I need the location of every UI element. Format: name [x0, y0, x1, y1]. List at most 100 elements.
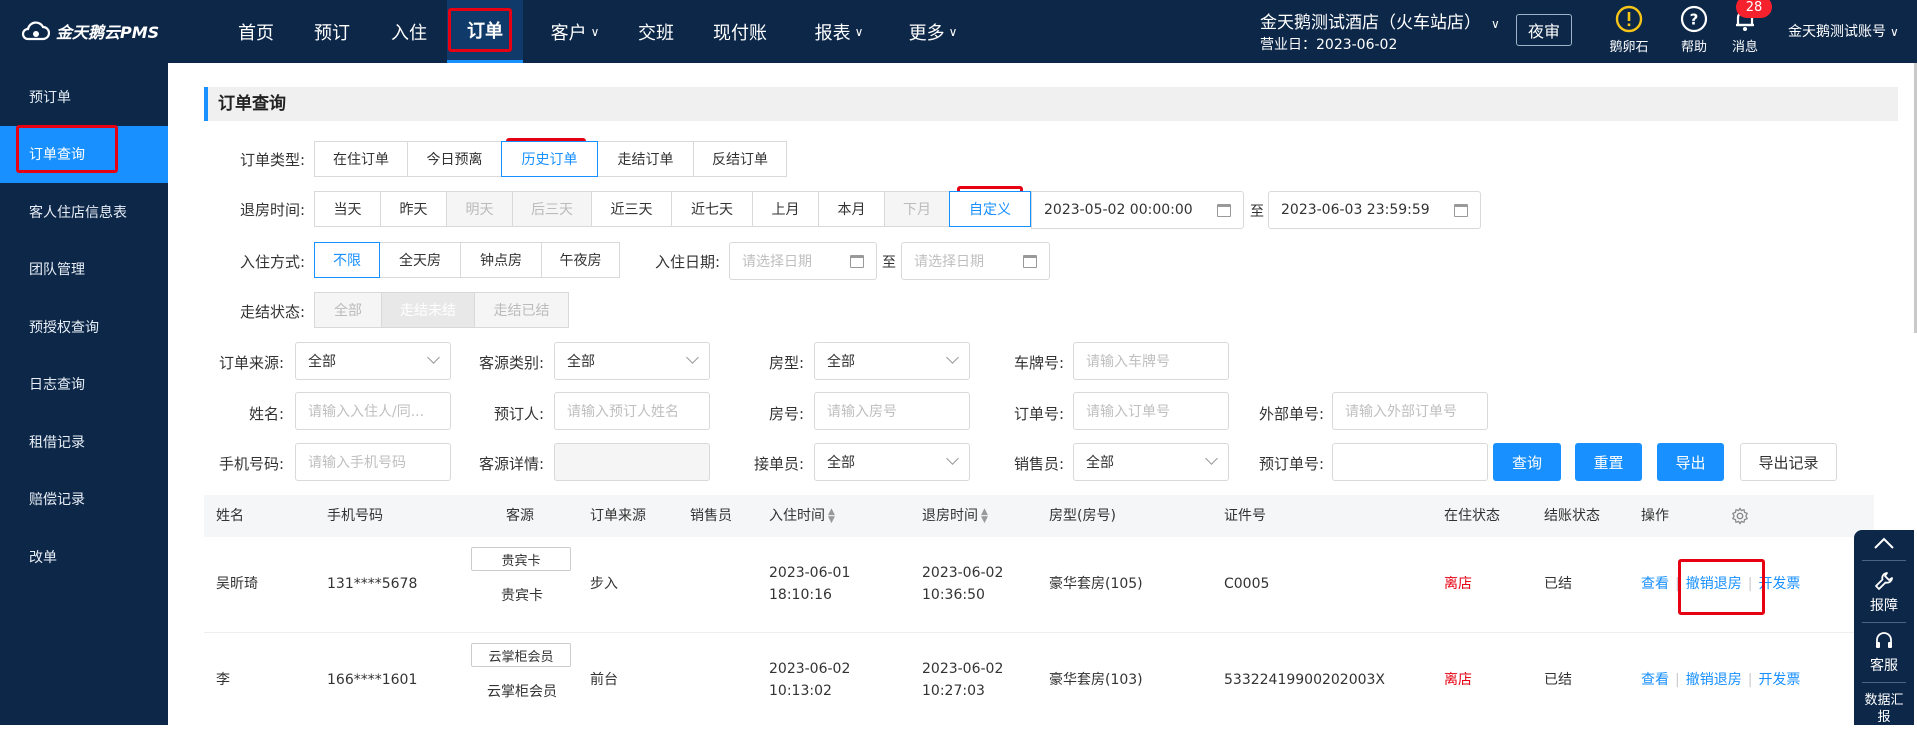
- nav-home[interactable]: 首页: [222, 0, 290, 63]
- salesperson-select[interactable]: 全部: [1073, 443, 1229, 481]
- invoice-link[interactable]: 开发票: [1758, 672, 1800, 688]
- nav-shift[interactable]: 交班: [626, 0, 686, 63]
- cell-id-no: 53322419900202003X: [1224, 672, 1386, 688]
- nav-checkin[interactable]: 入住: [375, 0, 443, 63]
- calendar-icon: [1217, 204, 1231, 217]
- order-type-settled-out[interactable]: 走结订单: [597, 141, 694, 177]
- sidebar-item-log-query[interactable]: 日志查询: [0, 356, 168, 414]
- night-audit-button[interactable]: 夜审: [1516, 14, 1572, 46]
- cell-checkin-time: 10:13:02: [769, 683, 832, 699]
- app-logo[interactable]: 金天鹅云PMS: [20, 18, 159, 44]
- checkout-end-datetime[interactable]: 2023-06-03 23:59:59: [1268, 191, 1481, 229]
- checkout-today[interactable]: 当天: [314, 191, 381, 227]
- booking-no-input[interactable]: [1332, 443, 1488, 481]
- nav-cash-account[interactable]: 现付账: [705, 0, 775, 63]
- order-type-due-out-today[interactable]: 今日预离: [407, 141, 502, 177]
- order-type-history[interactable]: 历史订单: [501, 141, 598, 177]
- chevron-down-icon: ∨: [948, 24, 958, 39]
- cell-order-source: 前台: [590, 672, 618, 688]
- settle-status-all: 全部: [314, 292, 382, 328]
- cell-source: 贵宾卡: [501, 588, 543, 604]
- sidebar-item-modify-order[interactable]: 改单: [0, 528, 168, 586]
- account-menu[interactable]: 金天鹅测试账号 ∨: [1788, 21, 1899, 41]
- checkin-method-label: 入住方式:: [239, 253, 305, 271]
- calendar-icon: [1454, 204, 1468, 217]
- booker-input[interactable]: 请输入预订人姓名: [554, 392, 710, 430]
- order-no-input[interactable]: 请输入订单号: [1073, 392, 1229, 430]
- customer-service-button[interactable]: 客服: [1854, 630, 1914, 675]
- plate-input[interactable]: 请输入车牌号: [1073, 342, 1229, 380]
- order-type-reverse-settled[interactable]: 反结订单: [693, 141, 787, 177]
- checkout-last-three-days[interactable]: 近三天: [591, 191, 672, 227]
- table-header: 姓名 手机号码 客源 订单来源 销售员 入住时间 ▲ ▼ 退房时间 ▲ ▼ 房型(房号)…: [204, 495, 1874, 537]
- export-button[interactable]: 导出: [1657, 443, 1724, 481]
- col-order-source: 订单来源: [590, 508, 646, 524]
- checkin-method-midnight[interactable]: 午夜房: [541, 242, 620, 278]
- nav-customers[interactable]: 客户 ∨: [535, 0, 615, 63]
- hotel-selector[interactable]: 金天鹅测试酒店（火车站店） ∨: [1260, 8, 1500, 33]
- view-link[interactable]: 查看: [1641, 576, 1669, 592]
- checkout-last-seven-days[interactable]: 近七天: [671, 191, 753, 227]
- guest-category-label: 客源类别:: [478, 354, 544, 372]
- checkin-method-any[interactable]: 不限: [314, 242, 380, 278]
- nav-reports[interactable]: 报表 ∨: [799, 0, 879, 63]
- nav-booking[interactable]: 预订: [298, 0, 366, 63]
- sidebar-item-compensation-records[interactable]: 赔偿记录: [0, 471, 168, 529]
- sidebar-item-preauth-query[interactable]: 预授权查询: [0, 298, 168, 356]
- room-no-label: 房号:: [768, 405, 804, 423]
- cell-operations: 查看 | 撤销退房 | 开发票: [1641, 576, 1801, 592]
- col-operations: 操作: [1641, 508, 1669, 524]
- col-checkout-time[interactable]: 退房时间 ▲ ▼: [922, 495, 988, 537]
- nav-orders[interactable]: 订单: [447, 0, 523, 63]
- checkout-last-month[interactable]: 上月: [752, 191, 819, 227]
- search-button[interactable]: 查询: [1493, 443, 1561, 481]
- sidebar-item-booking-orders[interactable]: 预订单: [0, 68, 168, 126]
- checkout-start-datetime[interactable]: 2023-05-02 00:00:00: [1031, 191, 1244, 229]
- checkout-yesterday[interactable]: 昨天: [380, 191, 447, 227]
- checkout-this-month[interactable]: 本月: [818, 191, 885, 227]
- phone-label: 手机号码:: [218, 455, 284, 473]
- invoice-link[interactable]: 开发票: [1758, 576, 1800, 592]
- order-source-select[interactable]: 全部: [295, 342, 451, 380]
- checkin-date-end[interactable]: 请选择日期: [901, 242, 1050, 280]
- room-no-input[interactable]: 请输入房号: [814, 392, 970, 430]
- phone-input[interactable]: 请输入手机号码: [295, 443, 451, 481]
- col-settle-status: 结账状态: [1544, 508, 1600, 524]
- chevron-down-icon: [1205, 452, 1218, 465]
- checkout-next-month: 下月: [884, 191, 950, 227]
- nav-more[interactable]: 更多 ∨: [893, 0, 973, 63]
- sidebar-item-group-management[interactable]: 团队管理: [0, 241, 168, 299]
- sort-icon[interactable]: ▲ ▼: [981, 508, 988, 525]
- export-log-button[interactable]: 导出记录: [1740, 443, 1837, 481]
- data-report-button[interactable]: 数据汇报: [1864, 692, 1904, 726]
- name-input[interactable]: 请输入入住人/同...: [295, 392, 451, 430]
- receptionist-select[interactable]: 全部: [814, 443, 970, 481]
- report-issue-button[interactable]: 报障: [1854, 570, 1914, 615]
- room-type-select[interactable]: 全部: [814, 342, 970, 380]
- cell-name: 吴昕琦: [216, 576, 258, 592]
- collapse-button[interactable]: [1854, 536, 1914, 550]
- checkout-custom[interactable]: 自定义: [949, 191, 1031, 227]
- gear-icon[interactable]: [1731, 507, 1749, 525]
- guest-detail-label: 客源详情:: [478, 455, 544, 473]
- external-no-input[interactable]: 请输入外部订单号: [1332, 392, 1488, 430]
- checkout-tomorrow: 明天: [446, 191, 513, 227]
- col-checkin-time[interactable]: 入住时间 ▲ ▼: [769, 495, 835, 537]
- undo-checkout-link[interactable]: 撤销退房: [1686, 576, 1742, 592]
- sidebar-item-order-query[interactable]: 订单查询: [0, 125, 168, 183]
- guest-category-select[interactable]: 全部: [554, 342, 710, 380]
- undo-checkout-link[interactable]: 撤销退房: [1686, 672, 1742, 688]
- egg-stone-button[interactable]: 鹅卵石: [1599, 4, 1659, 59]
- sort-icon[interactable]: ▲ ▼: [828, 508, 835, 525]
- app-name: 金天鹅云PMS: [56, 23, 160, 42]
- checkin-method-hourly[interactable]: 钟点房: [460, 242, 542, 278]
- reset-button[interactable]: 重置: [1575, 443, 1642, 481]
- checkin-method-full-day[interactable]: 全天房: [379, 242, 461, 278]
- floating-toolbar: 报障 客服 数据汇报: [1854, 530, 1914, 725]
- checkin-date-start[interactable]: 请选择日期: [729, 242, 877, 280]
- sidebar-item-guest-info[interactable]: 客人住店信息表: [0, 183, 168, 241]
- order-type-in-house[interactable]: 在住订单: [314, 141, 408, 177]
- source-tag: 贵宾卡: [471, 547, 571, 571]
- view-link[interactable]: 查看: [1641, 672, 1669, 688]
- sidebar-item-rental-records[interactable]: 租借记录: [0, 413, 168, 471]
